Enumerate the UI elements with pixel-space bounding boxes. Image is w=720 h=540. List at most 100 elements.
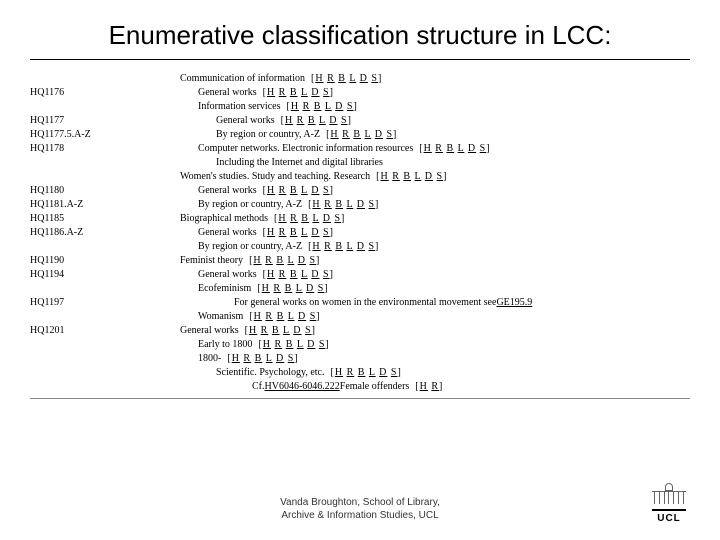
- letter-link[interactable]: B: [277, 311, 285, 322]
- letter-link[interactable]: S: [341, 115, 348, 126]
- letter-link[interactable]: H: [312, 241, 320, 252]
- letter-link[interactable]: R: [297, 115, 305, 126]
- letter-link[interactable]: R: [324, 241, 332, 252]
- letter-link[interactable]: R: [392, 171, 400, 182]
- letter-link[interactable]: B: [290, 185, 298, 196]
- letter-link[interactable]: B: [301, 213, 309, 224]
- letter-link[interactable]: H: [278, 213, 286, 224]
- letter-link[interactable]: L: [283, 325, 290, 336]
- letter-link[interactable]: R: [347, 367, 355, 378]
- letter-link[interactable]: S: [391, 367, 398, 378]
- letter-link[interactable]: L: [364, 129, 371, 140]
- letter-link[interactable]: S: [309, 255, 316, 266]
- letter-link[interactable]: D: [311, 185, 319, 196]
- letter-link[interactable]: H: [285, 115, 293, 126]
- letter-link[interactable]: L: [369, 367, 376, 378]
- letter-link[interactable]: S: [371, 73, 378, 84]
- letter-link[interactable]: S: [323, 185, 330, 196]
- letter-link[interactable]: L: [415, 171, 422, 182]
- letter-link[interactable]: S: [334, 213, 341, 224]
- letter-link[interactable]: L: [346, 241, 353, 252]
- letter-link[interactable]: S: [319, 339, 326, 350]
- letter-link[interactable]: R: [261, 325, 269, 336]
- letter-link[interactable]: L: [301, 269, 308, 280]
- letter-link[interactable]: D: [298, 311, 306, 322]
- letter-link[interactable]: B: [308, 115, 316, 126]
- letter-link[interactable]: B: [358, 367, 366, 378]
- letter-link[interactable]: R: [435, 143, 443, 154]
- letter-link[interactable]: S: [480, 143, 487, 154]
- letter-link[interactable]: B: [335, 241, 343, 252]
- letter-link[interactable]: B: [290, 227, 298, 238]
- letter-link[interactable]: D: [468, 143, 476, 154]
- letter-link[interactable]: D: [293, 325, 301, 336]
- letter-link[interactable]: D: [298, 255, 306, 266]
- letter-link[interactable]: L: [319, 115, 326, 126]
- letter-link[interactable]: B: [255, 353, 263, 364]
- letter-link[interactable]: D: [311, 227, 319, 238]
- letter-link[interactable]: R: [273, 283, 281, 294]
- letter-link[interactable]: L: [266, 353, 273, 364]
- letter-link[interactable]: D: [311, 87, 319, 98]
- letter-link[interactable]: L: [346, 199, 353, 210]
- letter-link[interactable]: R: [324, 199, 332, 210]
- letter-link[interactable]: D: [323, 213, 331, 224]
- letter-link[interactable]: L: [458, 143, 465, 154]
- letter-link[interactable]: H: [254, 311, 262, 322]
- letter-link[interactable]: L: [312, 213, 319, 224]
- letter-link[interactable]: L: [301, 227, 308, 238]
- letter-link[interactable]: R: [243, 353, 251, 364]
- letter-link[interactable]: D: [306, 283, 314, 294]
- letter-link[interactable]: D: [360, 73, 368, 84]
- letter-link[interactable]: D: [425, 171, 433, 182]
- letter-link[interactable]: H: [312, 199, 320, 210]
- letter-link[interactable]: H: [262, 283, 270, 294]
- letter-link[interactable]: S: [347, 101, 354, 112]
- letter-link[interactable]: D: [357, 241, 365, 252]
- letter-link[interactable]: B: [290, 269, 298, 280]
- letter-link[interactable]: R: [279, 185, 287, 196]
- letter-link[interactable]: B: [403, 171, 411, 182]
- letter-link[interactable]: B: [286, 339, 294, 350]
- cf-link[interactable]: HV6046-6046.222: [265, 380, 340, 394]
- see-link[interactable]: GE195.9: [496, 296, 532, 310]
- letter-link[interactable]: H: [249, 325, 257, 336]
- letter-link[interactable]: H: [267, 185, 275, 196]
- letter-link[interactable]: D: [357, 199, 365, 210]
- letter-link[interactable]: B: [290, 87, 298, 98]
- letter-link[interactable]: D: [329, 115, 337, 126]
- letter-link[interactable]: B: [446, 143, 454, 154]
- letter-link[interactable]: H: [267, 87, 275, 98]
- letter-link[interactable]: S: [318, 283, 325, 294]
- letter-link[interactable]: H: [291, 101, 299, 112]
- letter-link[interactable]: S: [323, 269, 330, 280]
- letter-link[interactable]: L: [301, 87, 308, 98]
- letter-link[interactable]: S: [323, 87, 330, 98]
- letter-link[interactable]: H: [424, 143, 432, 154]
- letter-link[interactable]: B: [353, 129, 361, 140]
- letter-link[interactable]: H: [420, 381, 428, 392]
- letter-link[interactable]: S: [305, 325, 312, 336]
- letter-link[interactable]: D: [335, 101, 343, 112]
- letter-link[interactable]: D: [276, 353, 284, 364]
- letter-link[interactable]: R: [342, 129, 350, 140]
- letter-link[interactable]: D: [307, 339, 315, 350]
- letter-link[interactable]: R: [279, 269, 287, 280]
- letter-link[interactable]: B: [335, 199, 343, 210]
- letter-link[interactable]: B: [314, 101, 322, 112]
- letter-link[interactable]: R: [431, 381, 439, 392]
- letter-link[interactable]: H: [315, 73, 323, 84]
- letter-link[interactable]: B: [285, 283, 293, 294]
- letter-link[interactable]: R: [327, 73, 335, 84]
- letter-link[interactable]: R: [265, 311, 273, 322]
- letter-link[interactable]: S: [368, 199, 375, 210]
- letter-link[interactable]: L: [301, 185, 308, 196]
- letter-link[interactable]: H: [267, 227, 275, 238]
- letter-link[interactable]: L: [325, 101, 332, 112]
- letter-link[interactable]: S: [310, 311, 317, 322]
- letter-link[interactable]: D: [379, 367, 387, 378]
- letter-link[interactable]: R: [303, 101, 311, 112]
- letter-link[interactable]: D: [311, 269, 319, 280]
- letter-link[interactable]: L: [297, 339, 304, 350]
- letter-link[interactable]: L: [287, 255, 294, 266]
